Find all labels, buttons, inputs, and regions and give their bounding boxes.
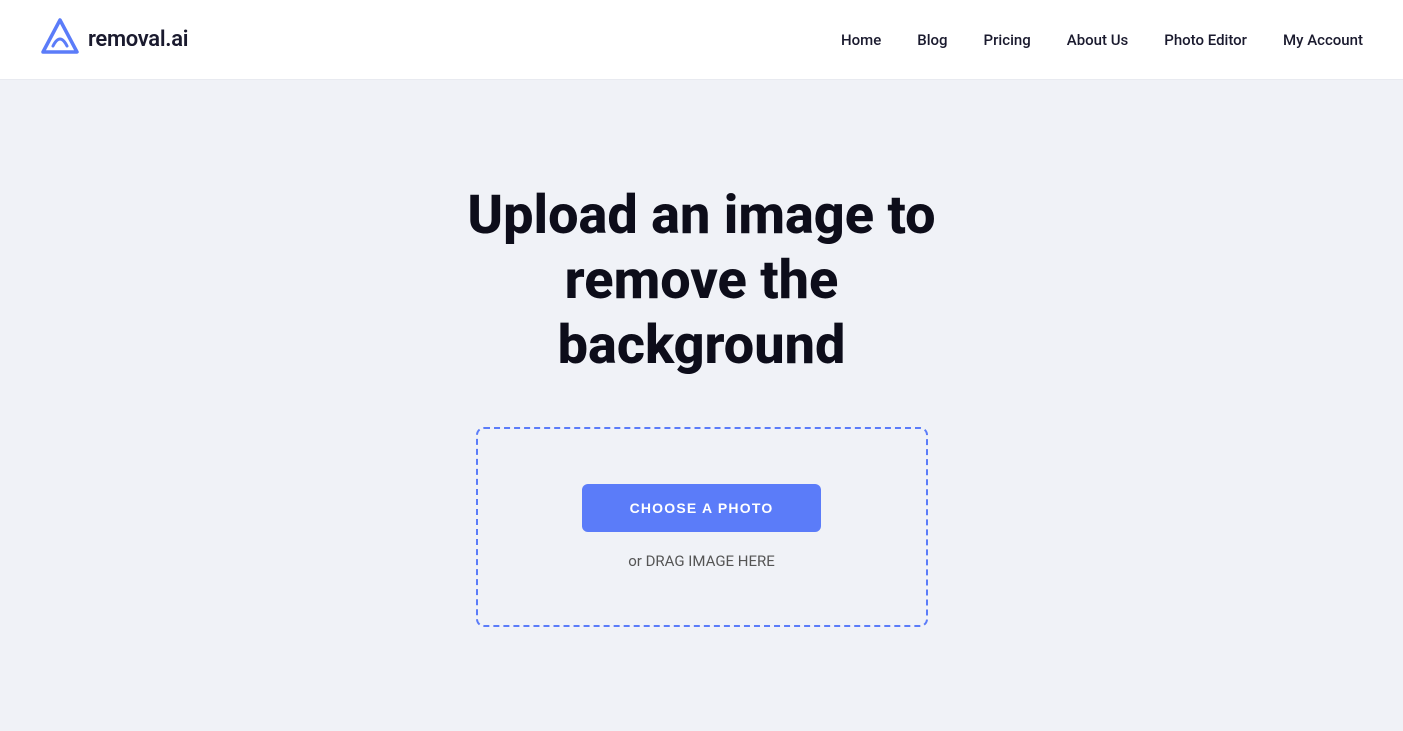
nav-item-pricing[interactable]: Pricing <box>984 30 1031 49</box>
upload-drop-zone[interactable]: CHOOSE A PHOTO or DRAG IMAGE HERE <box>476 427 928 627</box>
navbar: removal.ai Home Blog Pricing About Us Ph… <box>0 0 1403 80</box>
hero-title: Upload an image toremove thebackground <box>467 184 935 378</box>
nav-link-blog[interactable]: Blog <box>917 31 947 49</box>
nav-link-about-us[interactable]: About Us <box>1067 31 1129 49</box>
logo-icon <box>40 18 80 62</box>
nav-item-photo-editor[interactable]: Photo Editor <box>1164 30 1247 49</box>
nav-link-photo-editor[interactable]: Photo Editor <box>1164 31 1247 49</box>
nav-link-pricing[interactable]: Pricing <box>984 31 1031 49</box>
drag-image-text: or DRAG IMAGE HERE <box>628 552 775 570</box>
nav-item-my-account[interactable]: My Account <box>1283 30 1363 49</box>
nav-item-home[interactable]: Home <box>841 30 881 49</box>
hero-title-line1: Upload an image toremove thebackground <box>467 184 935 377</box>
choose-photo-button[interactable]: CHOOSE A PHOTO <box>582 484 822 532</box>
nav-item-about-us[interactable]: About Us <box>1067 30 1129 49</box>
main-content: Upload an image toremove thebackground C… <box>0 80 1403 731</box>
nav-link-home[interactable]: Home <box>841 31 881 49</box>
logo[interactable]: removal.ai <box>40 18 188 62</box>
nav-links: Home Blog Pricing About Us Photo Editor … <box>841 30 1363 49</box>
logo-text: removal.ai <box>88 27 188 52</box>
nav-link-my-account[interactable]: My Account <box>1283 31 1363 49</box>
nav-item-blog[interactable]: Blog <box>917 30 947 49</box>
